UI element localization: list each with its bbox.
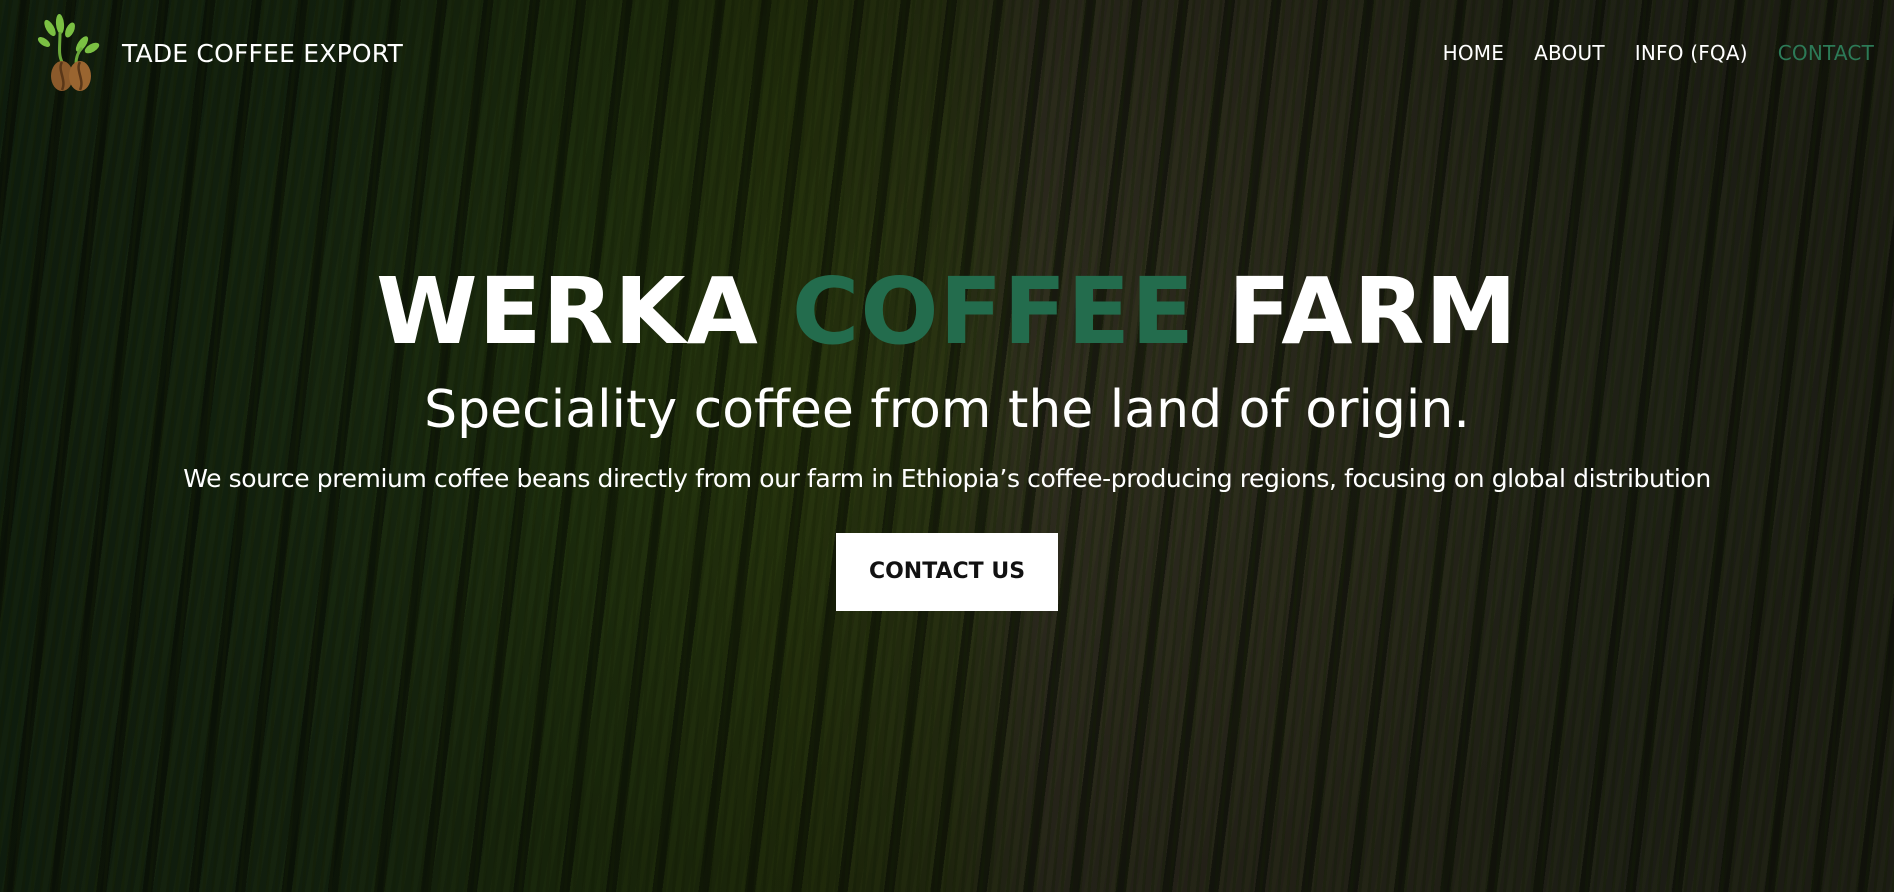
hero-tagline: Speciality coffee from the land of origi… xyxy=(424,380,1470,440)
headline-part1: WERKA xyxy=(376,258,759,365)
hero-headline: WERKA COFFEE FARM xyxy=(0,258,1894,366)
headline-accent: COFFEE xyxy=(791,258,1195,365)
coffee-bean-sprout-icon xyxy=(37,14,100,91)
hero-section: TADE COFFEE EXPORT HOME ABOUT INFO (FQA)… xyxy=(0,0,1894,892)
contact-us-button[interactable]: CONTACT US xyxy=(836,533,1058,611)
main-nav: HOME ABOUT INFO (FQA) CONTACT xyxy=(1443,41,1874,65)
nav-info-fqa[interactable]: INFO (FQA) xyxy=(1635,41,1748,65)
hero-description: We source premium coffee beans directly … xyxy=(183,464,1711,493)
nav-home[interactable]: HOME xyxy=(1443,41,1504,65)
hero-content: WERKA COFFEE FARM Speciality coffee from… xyxy=(0,258,1894,611)
site-header: TADE COFFEE EXPORT HOME ABOUT INFO (FQA)… xyxy=(0,0,1894,106)
nav-contact[interactable]: CONTACT xyxy=(1778,41,1874,65)
nav-about[interactable]: ABOUT xyxy=(1534,41,1605,65)
brand-name: TADE COFFEE EXPORT xyxy=(122,38,403,68)
headline-part2: FARM xyxy=(1227,258,1518,365)
brand[interactable]: TADE COFFEE EXPORT xyxy=(36,14,403,92)
